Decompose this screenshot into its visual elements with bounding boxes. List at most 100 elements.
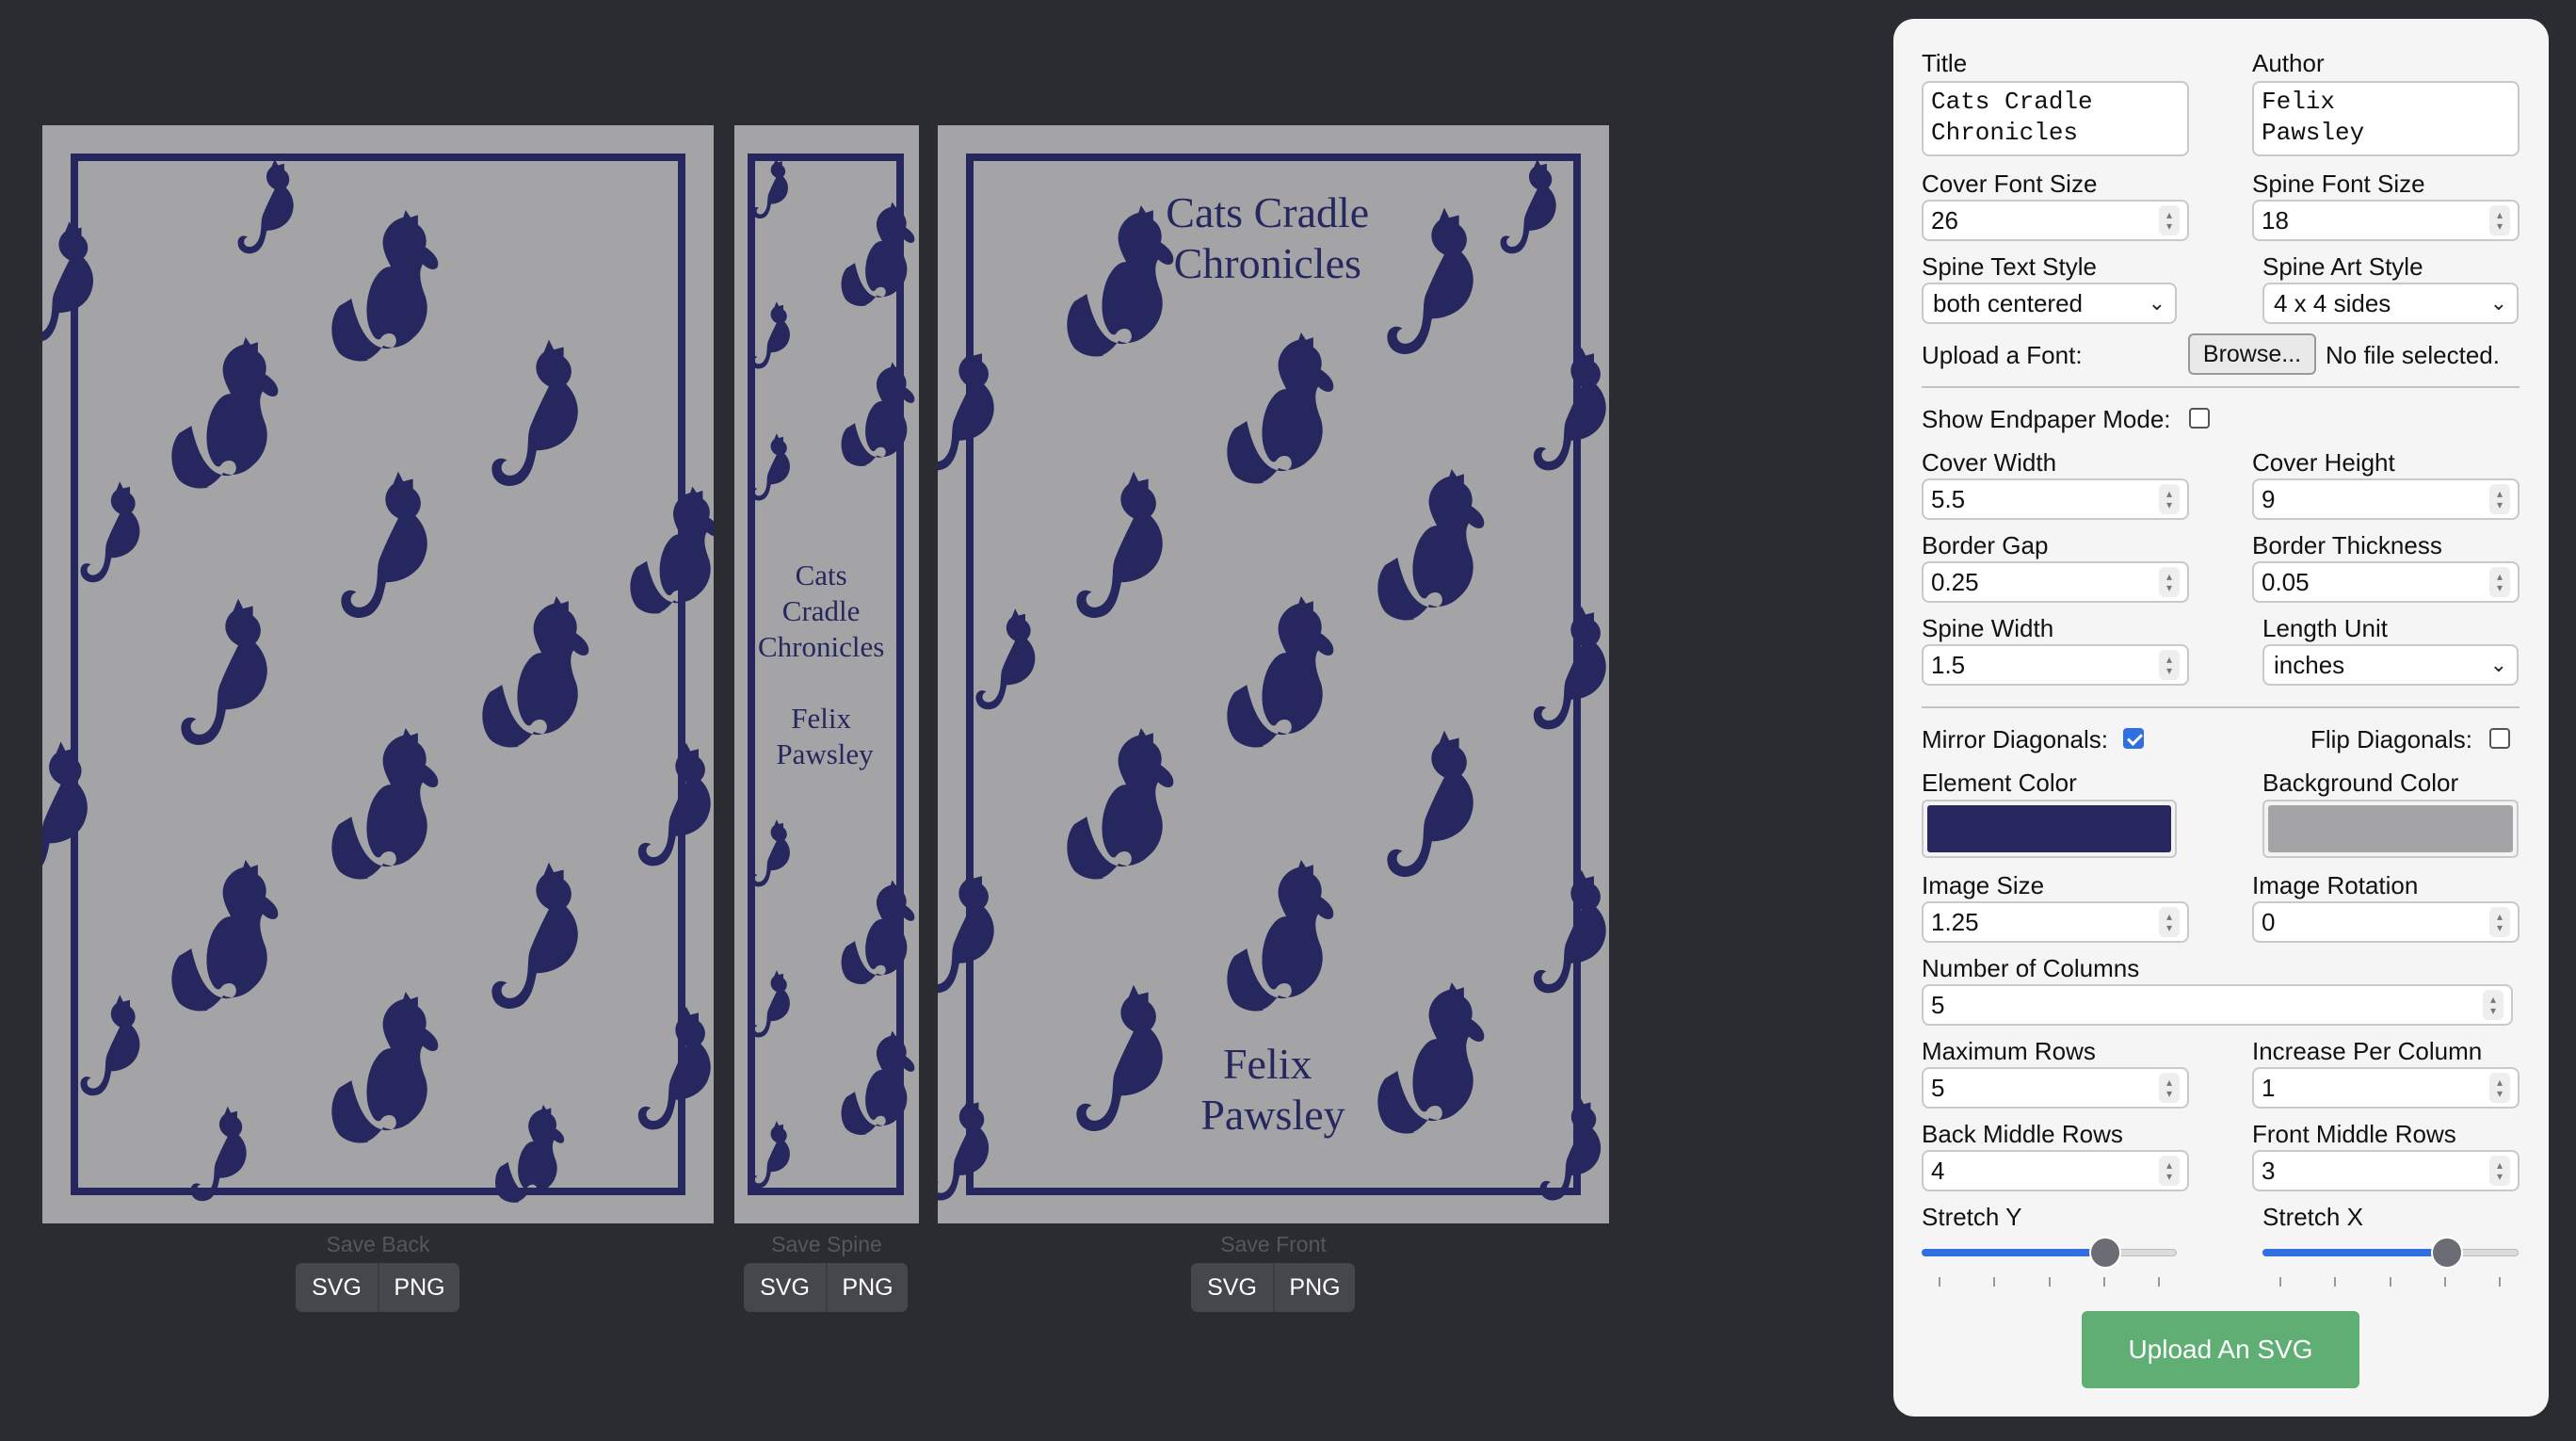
front-middle-rows-input[interactable]: 3 ▴ ▾ xyxy=(2252,1150,2520,1191)
maximum-rows-input[interactable]: 5 ▴ ▾ xyxy=(1922,1067,2189,1109)
browse-font-button[interactable]: Browse... xyxy=(2188,333,2316,375)
image-size-value: 1.25 xyxy=(1931,907,1979,936)
front-middle-rows-label: Front Middle Rows xyxy=(2252,1120,2456,1148)
spinner-icon[interactable]: ▴ ▾ xyxy=(2489,567,2510,597)
number-of-columns-input[interactable]: 5 ▴ ▾ xyxy=(1922,984,2513,1026)
spine-author-line: Pawsley xyxy=(776,737,874,770)
cat-icon xyxy=(80,995,140,1096)
spinner-icon[interactable]: ▴ ▾ xyxy=(2489,1156,2510,1186)
spine-artwork: Cats Cradle Chronicles Felix Pawsley xyxy=(748,154,915,1195)
cat-icon xyxy=(938,347,994,471)
font-file-status: No file selected. xyxy=(2326,341,2500,369)
mirror-diagonals-checkbox[interactable] xyxy=(2123,728,2144,749)
cat-icon xyxy=(938,1096,990,1201)
spinner-icon[interactable]: ▴ ▾ xyxy=(2159,205,2180,235)
cat-icon xyxy=(237,158,294,254)
stretch-y-slider[interactable] xyxy=(1922,1234,2177,1271)
image-size-input[interactable]: 1.25 ▴ ▾ xyxy=(1922,901,2189,943)
cat-icon xyxy=(491,339,578,486)
save-front-png-button[interactable]: PNG xyxy=(1273,1263,1355,1312)
upload-svg-button[interactable]: Upload An SVG xyxy=(2082,1311,2359,1388)
cat-icon xyxy=(938,869,994,994)
flip-diagonals-checkbox[interactable] xyxy=(2489,728,2510,749)
save-back-svg-button[interactable]: SVG xyxy=(296,1263,378,1312)
border-thickness-value: 0.05 xyxy=(2262,567,2310,596)
cover-width-input[interactable]: 5.5 ▴ ▾ xyxy=(1922,478,2189,520)
border-gap-input[interactable]: 0.25 ▴ ▾ xyxy=(1922,561,2189,603)
cat-icon xyxy=(171,860,279,1012)
spine-art-style-select[interactable]: 4 x 4 sides ⌄ xyxy=(2262,283,2519,324)
cat-icon xyxy=(1227,860,1334,1012)
cat-icon xyxy=(1067,205,1174,357)
spinner-icon[interactable]: ▴ ▾ xyxy=(2489,205,2510,235)
cat-icon xyxy=(482,596,589,748)
spinner-icon[interactable]: ▴ ▾ xyxy=(2489,907,2510,937)
chevron-down-icon: ⌄ xyxy=(2489,653,2507,676)
spine-text-style-label: Spine Text Style xyxy=(1922,252,2097,281)
spine-font-size-input[interactable]: 18 ▴ ▾ xyxy=(2252,200,2520,241)
spinner-icon[interactable]: ▴ ▾ xyxy=(2159,567,2180,597)
background-color-swatch xyxy=(2268,805,2513,852)
back-cover xyxy=(42,125,714,1223)
spinner-icon[interactable]: ▴ ▾ xyxy=(2159,650,2180,680)
image-rotation-label: Image Rotation xyxy=(2252,871,2419,899)
increase-per-column-label: Increase Per Column xyxy=(2252,1037,2483,1065)
spinner-icon[interactable]: ▴ ▾ xyxy=(2489,484,2510,514)
background-color-picker[interactable] xyxy=(2262,800,2519,858)
cover-font-size-label: Cover Font Size xyxy=(1922,170,2098,198)
spinner-icon[interactable]: ▴ ▾ xyxy=(2159,907,2180,937)
increase-per-column-input[interactable]: 1 ▴ ▾ xyxy=(2252,1067,2520,1109)
spine-text-style-select[interactable]: both centered ⌄ xyxy=(1922,283,2177,324)
save-front-svg-button[interactable]: SVG xyxy=(1191,1263,1273,1312)
upload-font-label: Upload a Font: xyxy=(1922,341,2083,369)
cat-icon xyxy=(1533,347,1606,471)
border-thickness-input[interactable]: 0.05 ▴ ▾ xyxy=(2252,561,2520,603)
author-input[interactable]: Felix Pawsley xyxy=(2252,81,2520,156)
endpaper-mode-label: Show Endpaper Mode: xyxy=(1922,405,2171,433)
element-color-picker[interactable] xyxy=(1922,800,2177,858)
cat-icon xyxy=(752,158,788,219)
stretch-x-slider[interactable] xyxy=(2262,1234,2519,1271)
spinner-icon[interactable]: ▴ ▾ xyxy=(2159,484,2180,514)
number-of-columns-value: 5 xyxy=(1931,990,1945,1019)
spinner-icon[interactable]: ▴ ▾ xyxy=(2483,990,2504,1020)
spinner-icon[interactable]: ▴ ▾ xyxy=(2159,1073,2180,1103)
slider-thumb[interactable] xyxy=(2089,1237,2121,1269)
endpaper-mode-checkbox[interactable] xyxy=(2189,408,2210,429)
save-back-png-button[interactable]: PNG xyxy=(378,1263,459,1312)
cat-icon xyxy=(750,433,790,501)
back-middle-rows-input[interactable]: 4 ▴ ▾ xyxy=(1922,1150,2189,1191)
front-cover: Cats Cradle Chronicles Felix Pawsley xyxy=(938,125,1609,1223)
spine-art-style-value: 4 x 4 sides xyxy=(2274,288,2391,317)
save-spine-png-button[interactable]: PNG xyxy=(826,1263,908,1312)
cover-height-input[interactable]: 9 ▴ ▾ xyxy=(2252,478,2520,520)
cat-icon xyxy=(750,819,790,887)
cat-icon xyxy=(331,210,439,362)
cat-icon xyxy=(42,741,88,876)
maximum-rows-value: 5 xyxy=(1931,1073,1945,1102)
title-input[interactable]: Cats Cradle Chronicles xyxy=(1922,81,2189,156)
spine-font-size-value: 18 xyxy=(2262,205,2289,235)
cat-icon xyxy=(331,992,439,1143)
spine-text-style-value: both centered xyxy=(1933,288,2084,317)
cat-icon xyxy=(750,1121,790,1189)
save-back-buttons: SVG PNG xyxy=(296,1263,459,1312)
save-spine-svg-button[interactable]: SVG xyxy=(744,1263,826,1312)
spine-width-input[interactable]: 1.5 ▴ ▾ xyxy=(1922,644,2189,686)
increase-per-column-value: 1 xyxy=(2262,1073,2276,1102)
cat-icon xyxy=(1227,596,1334,748)
length-unit-select[interactable]: inches ⌄ xyxy=(2262,644,2519,686)
cover-height-label: Cover Height xyxy=(2252,448,2395,477)
divider xyxy=(1922,386,2520,388)
cat-icon xyxy=(1533,869,1606,994)
slider-thumb[interactable] xyxy=(2431,1237,2463,1269)
spinner-icon[interactable]: ▴ ▾ xyxy=(2159,1156,2180,1186)
image-rotation-input[interactable]: 0 ▴ ▾ xyxy=(2252,901,2520,943)
cover-font-size-input[interactable]: 26 ▴ ▾ xyxy=(1922,200,2189,241)
spine-width-value: 1.5 xyxy=(1931,650,1966,679)
cat-icon xyxy=(637,742,711,866)
spinner-icon[interactable]: ▴ ▾ xyxy=(2489,1073,2510,1103)
cat-icon xyxy=(491,862,578,1009)
number-of-columns-label: Number of Columns xyxy=(1922,954,2140,982)
front-author-line: Felix xyxy=(1223,1040,1312,1088)
